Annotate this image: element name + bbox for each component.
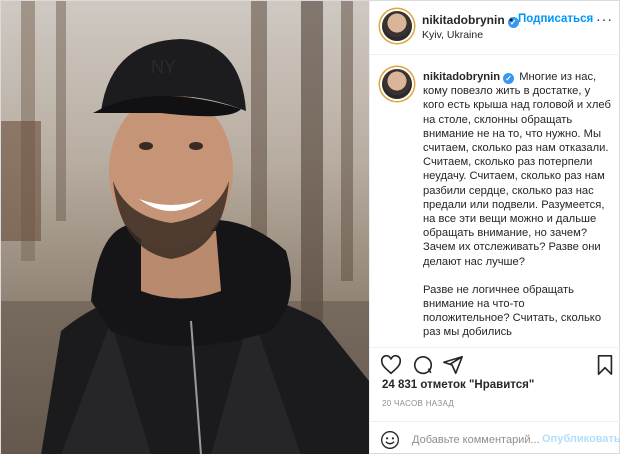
- action-bar: [370, 347, 620, 377]
- follow-button[interactable]: Подписаться: [518, 13, 593, 25]
- comment-composer: Опубликовать: [370, 421, 620, 454]
- publish-button[interactable]: Опубликовать: [542, 433, 620, 445]
- caption-avatar[interactable]: [382, 69, 412, 99]
- bookmark-icon[interactable]: [594, 354, 616, 376]
- post-modal: NY nikitadobrynin ✓ • Подписаться Kyiv, U…: [0, 0, 620, 454]
- separator-dot: •: [509, 13, 514, 27]
- caption-text: nikitadobrynin ✓ Многие из нас, кому пове…: [423, 70, 613, 347]
- location-link[interactable]: Kyiv, Ukraine: [422, 29, 483, 41]
- post-sidebar: nikitadobrynin ✓ • Подписаться Kyiv, Ukra…: [369, 1, 620, 454]
- comment-icon[interactable]: [412, 354, 434, 376]
- caption-paragraph: nikitadobrynin ✓ Многие из нас, кому пове…: [423, 70, 613, 269]
- more-options-icon[interactable]: ···: [596, 11, 613, 27]
- verified-badge-icon: ✓: [503, 73, 515, 84]
- heart-icon[interactable]: [380, 354, 402, 376]
- comment-input[interactable]: [412, 432, 542, 448]
- header-username[interactable]: nikitadobrynin ✓: [422, 13, 519, 28]
- caption-paragraph-2: Разве не логичнее обращать внимание на ч…: [423, 283, 602, 339]
- share-icon[interactable]: [442, 354, 464, 376]
- caption-username-text[interactable]: nikitadobrynin: [423, 71, 500, 83]
- selfie-illustration: NY: [1, 1, 369, 454]
- caption-username[interactable]: nikitadobrynin ✓: [423, 71, 515, 84]
- svg-text:NY: NY: [151, 57, 176, 77]
- post-header: nikitadobrynin ✓ • Подписаться Kyiv, Ukra…: [370, 1, 620, 55]
- caption-paragraph-1: Многие из нас, кому повезло жить в доста…: [423, 71, 611, 268]
- post-timestamp[interactable]: 20 ЧАСОВ НАЗАД: [382, 399, 454, 408]
- likes-count[interactable]: 24 831 отметок "Нравится": [382, 379, 534, 391]
- post-caption: nikitadobrynin ✓ Многие из нас, кому пове…: [370, 55, 620, 347]
- emoji-icon[interactable]: [380, 430, 400, 450]
- username-text[interactable]: nikitadobrynin: [422, 13, 505, 27]
- post-photo[interactable]: NY: [1, 1, 369, 454]
- avatar[interactable]: [382, 11, 412, 41]
